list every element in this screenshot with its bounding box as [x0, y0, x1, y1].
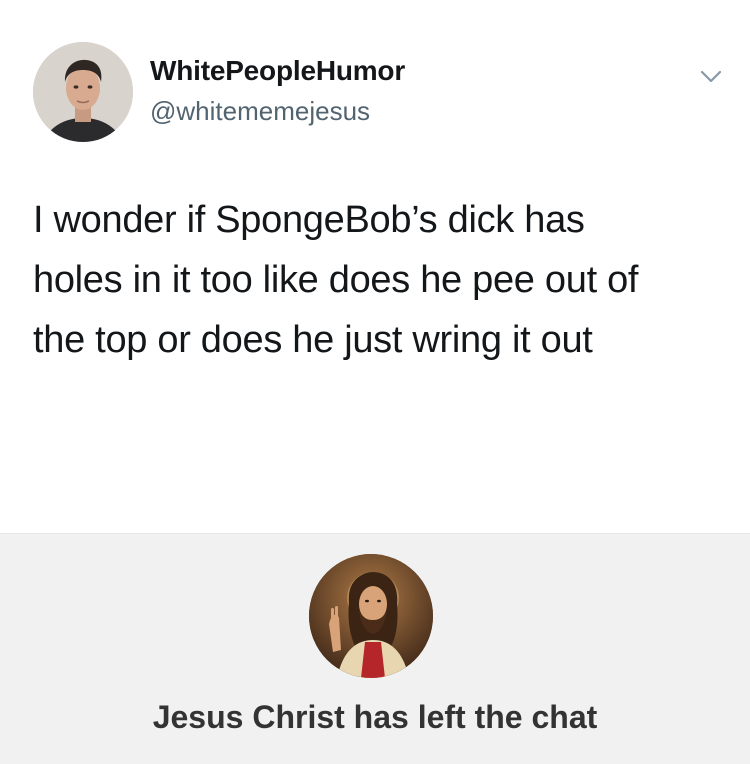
chat-event-panel: Jesus Christ has left the chat — [0, 533, 750, 764]
tweet-text-line: the top or does he just wring it out — [33, 319, 593, 361]
chevron-down-icon[interactable] — [696, 62, 726, 92]
jesus-avatar — [309, 554, 433, 678]
user-avatar-image — [33, 42, 133, 142]
display-name[interactable]: WhitePeopleHumor — [150, 55, 405, 87]
user-avatar[interactable] — [33, 42, 133, 142]
jesus-portrait-icon — [309, 554, 433, 678]
user-handle[interactable]: @whitememejesus — [150, 96, 370, 127]
tweet-text: I wonder if SpongeBob’s dick has holes i… — [33, 190, 713, 370]
tweet-text-line: holes in it too like does he pee out of — [33, 259, 639, 301]
tweet-text-line: I wonder if SpongeBob’s dick has — [33, 199, 585, 241]
left-chat-message: Jesus Christ has left the chat — [152, 699, 598, 735]
tweet-card: WhitePeopleHumor @whitememejesus I wonde… — [0, 0, 750, 533]
